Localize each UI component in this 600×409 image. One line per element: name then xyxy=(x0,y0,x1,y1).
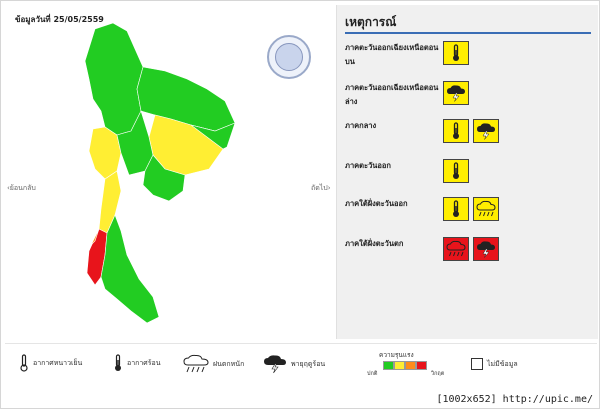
legend-cold-label: อากาศหนาวเย็น xyxy=(33,358,83,367)
region-label: ภาคตะวันออกเฉียงเหนือตอนบน xyxy=(345,43,439,66)
legend-no-data: ไม่มีข้อมูล xyxy=(471,358,518,370)
thermometer-icon[interactable] xyxy=(443,41,469,65)
region-northeast-upper[interactable] xyxy=(136,66,236,132)
severity-low-label: ปกติ xyxy=(367,371,378,377)
region-icons xyxy=(443,197,499,221)
legend-hot: อากาศร้อน xyxy=(113,354,161,372)
legend-hot-label: อากาศร้อน xyxy=(127,358,161,367)
no-data-label: ไม่มีข้อมูล xyxy=(487,359,518,368)
events-panel: เหตุการณ์ ภาคตะวันออกเฉียงเหนือตอนบน ภาค… xyxy=(336,5,598,339)
severity-watch-swatch xyxy=(394,361,405,370)
severity-warning-swatch xyxy=(405,361,416,370)
severity-scale: ความรุนแรง ปกติ วิกฤต xyxy=(361,350,451,380)
heavy-rain-icon xyxy=(183,354,209,373)
region-south-east[interactable] xyxy=(100,214,160,324)
rain-icon[interactable] xyxy=(473,197,499,221)
region-label: ภาคกลาง xyxy=(345,121,377,130)
legend-cold: อากาศหนาวเย็น xyxy=(19,354,82,372)
events-title-underline xyxy=(345,32,591,34)
region-label: ภาคใต้ฝั่งตะวันออก xyxy=(345,199,408,208)
map-panel: ข้อมูลวันที่ 25/05/2559 ‹ย้อนกลับ ถัดไป› xyxy=(5,5,333,339)
seal-emblem xyxy=(275,43,303,71)
rain-icon[interactable] xyxy=(443,237,469,261)
legend-storm: พายุฤดูร้อน xyxy=(263,354,325,374)
legend-rain-label: ฝนตกหนัก xyxy=(213,359,245,368)
severity-title: ความรุนแรง xyxy=(379,351,414,359)
region-icons xyxy=(443,159,469,183)
thunderstorm-icon[interactable] xyxy=(473,237,499,261)
region-icons xyxy=(443,81,469,105)
thunderstorm-icon[interactable] xyxy=(443,81,469,105)
legend: อากาศหนาวเย็น อากาศร้อน ฝนตกหนัก พายุฤดู… xyxy=(5,343,597,391)
region-icons xyxy=(443,237,499,261)
thermometer-icon[interactable] xyxy=(443,119,469,143)
thermometer-icon[interactable] xyxy=(443,197,469,221)
severity-normal-swatch xyxy=(383,361,394,370)
next-button[interactable]: ถัดไป› xyxy=(311,183,331,194)
region-label: ภาคตะวันออก xyxy=(345,161,391,170)
thailand-map[interactable] xyxy=(65,19,245,331)
summer-storm-icon xyxy=(264,355,286,374)
department-seal xyxy=(267,35,311,79)
region-label: ภาคใต้ฝั่งตะวันตก xyxy=(345,239,404,248)
watermark: [1002x652] http://upic.me/ xyxy=(433,393,596,406)
region-label: ภาคตะวันออกเฉียงเหนือตอนล่าง xyxy=(345,83,439,106)
region-icons xyxy=(443,41,469,65)
severity-bar xyxy=(383,361,427,370)
severity-critical-swatch xyxy=(416,361,427,370)
region-icons xyxy=(443,119,499,143)
thunderstorm-icon[interactable] xyxy=(473,119,499,143)
no-data-swatch xyxy=(471,358,483,370)
thermometer-icon[interactable] xyxy=(443,159,469,183)
legend-storm-label: พายุฤดูร้อน xyxy=(291,359,326,368)
page-frame: ข้อมูลวันที่ 25/05/2559 ‹ย้อนกลับ ถัดไป›… xyxy=(0,0,600,409)
hot-thermometer-icon xyxy=(115,354,121,371)
previous-button[interactable]: ‹ย้อนกลับ xyxy=(7,183,36,194)
region-north[interactable] xyxy=(84,22,144,136)
severity-high-label: วิกฤต xyxy=(431,371,445,377)
events-title: เหตุการณ์ xyxy=(345,15,397,29)
legend-rain: ฝนตกหนัก xyxy=(183,354,244,374)
cold-thermometer-icon xyxy=(20,354,28,372)
